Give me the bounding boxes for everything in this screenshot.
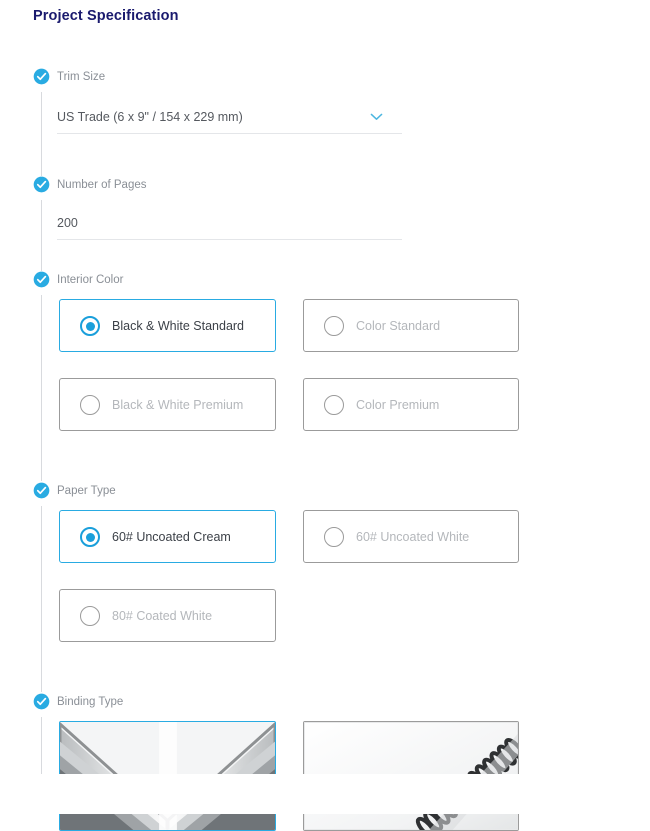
section-paper-type: Paper Type 60# Uncoated Cream 60# Uncoat… [0,482,650,642]
radio-button-icon[interactable] [324,527,344,547]
section-header: Number of Pages [0,176,650,200]
option-card-80-coated-white[interactable]: 80# Coated White [59,589,276,642]
option-label: 60# Uncoated White [356,530,470,544]
step-connector-rail [41,92,42,176]
section-number-of-pages: Number of Pages 200 [0,176,650,240]
section-label-interior-color: Interior Color [57,274,124,286]
section-header: Interior Color [0,271,650,295]
check-circle-icon [33,176,50,193]
section-interior-color: Interior Color Black & White Standard Co… [0,271,650,431]
paper-type-options: 60# Uncoated Cream 60# Uncoated White 80… [59,510,539,668]
section-label-number-of-pages: Number of Pages [57,179,147,191]
option-label: Color Standard [356,319,441,333]
option-label: 60# Uncoated Cream [112,530,231,544]
section-label-trim-size: Trim Size [57,71,106,83]
option-card-bw-premium[interactable]: Black & White Premium [59,378,276,431]
section-binding-type: Binding Type [0,693,650,831]
option-row: 60# Uncoated Cream 60# Uncoated White [59,510,539,563]
page-title: Project Specification [33,8,179,24]
option-label: Color Premium [356,398,440,412]
section-trim-size: Trim Size US Trade (6 x 9" / 154 x 229 m… [0,68,650,134]
check-circle-icon [33,68,50,85]
interior-color-options: Black & White Standard Color Standard Bl… [59,299,539,457]
option-card-60-uncoated-cream[interactable]: 60# Uncoated Cream [59,510,276,563]
radio-button-icon[interactable] [80,316,100,336]
project-specification-panel: Project Specification Trim Size US Trade… [0,0,650,831]
step-connector-rail [41,506,42,692]
section-header: Trim Size [0,68,650,92]
check-circle-icon [33,482,50,499]
option-label: Black & White Premium [112,398,244,412]
section-header: Paper Type [0,482,650,506]
trim-size-value: US Trade (6 x 9" / 154 x 229 mm) [57,110,243,124]
step-connector-rail [41,200,42,271]
section-header: Binding Type [0,693,650,717]
section-label-binding-type: Binding Type [57,696,124,708]
option-row: 80# Coated White [59,589,539,642]
number-of-pages-value: 200 [57,216,78,230]
section-label-paper-type: Paper Type [57,485,116,497]
option-card-bw-standard[interactable]: Black & White Standard [59,299,276,352]
chevron-down-icon[interactable] [370,113,383,121]
option-card-60-uncoated-white[interactable]: 60# Uncoated White [303,510,519,563]
option-label: 80# Coated White [112,609,213,623]
step-connector-rail [41,295,42,481]
radio-button-icon[interactable] [324,316,344,336]
radio-button-icon[interactable] [80,606,100,626]
option-row: Black & White Standard Color Standard [59,299,539,352]
radio-button-icon[interactable] [80,527,100,547]
radio-button-icon[interactable] [80,395,100,415]
number-of-pages-input[interactable]: 200 [57,210,402,240]
step-connector-rail [41,717,42,774]
check-circle-icon [33,271,50,288]
option-row: Black & White Premium Color Premium [59,378,539,431]
trim-size-select[interactable]: US Trade (6 x 9" / 154 x 229 mm) [57,104,402,134]
radio-button-icon[interactable] [324,395,344,415]
check-circle-icon [33,693,50,710]
option-card-color-premium[interactable]: Color Premium [303,378,519,431]
option-card-color-standard[interactable]: Color Standard [303,299,519,352]
option-label: Black & White Standard [112,319,245,333]
viewport-clip [0,774,650,814]
